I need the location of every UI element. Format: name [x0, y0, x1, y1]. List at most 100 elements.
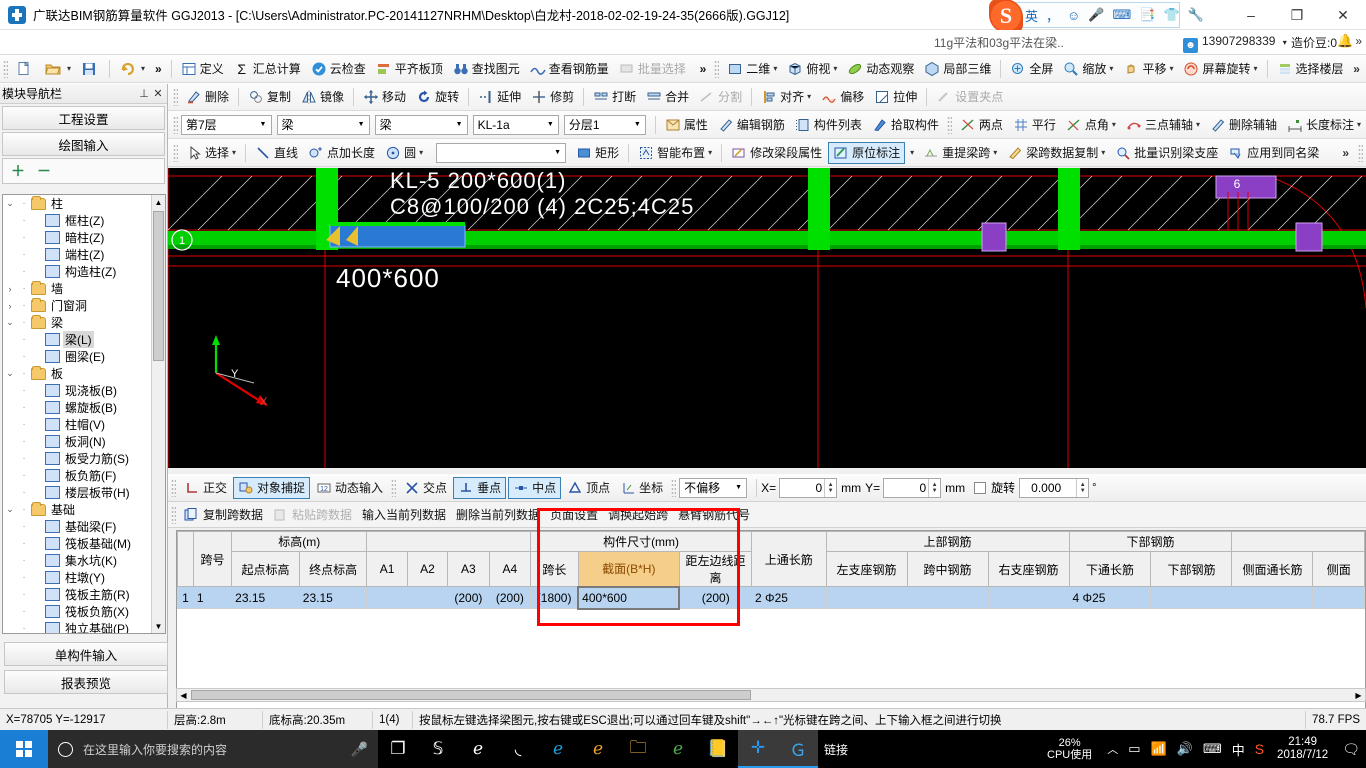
scroll-thumb[interactable]: [153, 211, 164, 361]
task-view-icon[interactable]: ❐: [378, 730, 418, 768]
cell-end-elev[interactable]: 23.15: [298, 586, 368, 609]
snap-midpoint-button[interactable]: 中点: [508, 476, 562, 499]
tree-item[interactable]: · 筏板基础(M): [3, 535, 153, 552]
view-rebar-button[interactable]: 查看钢筋量: [526, 58, 613, 80]
start-button[interactable]: [0, 730, 48, 768]
ime-voice-icon[interactable]: 🎤: [1088, 7, 1104, 23]
tree-item[interactable]: · 圈梁(E): [3, 348, 153, 365]
ime-settings-icon[interactable]: 🔧: [1188, 7, 1204, 23]
cell-mid-span[interactable]: [906, 586, 989, 609]
chevron-down-icon[interactable]: ▾: [910, 148, 914, 157]
chevron-down-icon[interactable]: ▼: [731, 479, 746, 497]
toolbar1-overflow-left[interactable]: »: [151, 58, 166, 80]
tree-scrollbar[interactable]: ▲ ▼: [151, 195, 165, 633]
point-angle-button[interactable]: 点角 ▾: [1062, 114, 1120, 136]
snap-intersection-button[interactable]: 交点: [400, 477, 451, 499]
span-data-copy-button[interactable]: 梁跨数据复制 ▾: [1003, 142, 1109, 164]
collapse-all-icon[interactable]: －: [37, 161, 51, 181]
drawing-canvas[interactable]: 1 6 KL-5 200*600(1) C8@100/200 (4) 2C25;…: [168, 168, 1366, 468]
tray-expand-icon[interactable]: ︿: [1107, 741, 1118, 757]
extend-button[interactable]: 延伸: [474, 86, 525, 108]
tree-item[interactable]: › · 门窗洞: [3, 297, 153, 314]
app-icon-glodon-cloud[interactable]: Ｇ: [778, 730, 818, 768]
partial-3d-button[interactable]: 局部三维: [920, 58, 995, 80]
app-icon-uc-browser[interactable]: ◟: [498, 730, 538, 768]
tree-item[interactable]: · 筏板负筋(X): [3, 603, 153, 620]
re-extract-span-button[interactable]: 重提梁跨 ▾: [919, 142, 1001, 164]
snap-perpendicular-button[interactable]: 垂点: [453, 476, 507, 499]
cell-section[interactable]: 400*600: [577, 585, 681, 610]
floor-select[interactable]: 第7层 ▼: [181, 114, 272, 135]
batch-select-button[interactable]: 批量选择: [615, 58, 690, 80]
sogou-ime-logo-icon[interactable]: S: [989, 0, 1023, 33]
app-icon-glodon-ggj[interactable]: ✛: [738, 730, 778, 768]
align-button[interactable]: 对齐 ▾: [757, 86, 815, 108]
properties-button[interactable]: 属性: [661, 114, 712, 136]
cell-left-edge-distance[interactable]: (200): [678, 586, 753, 609]
cloud-check-button[interactable]: 云检查: [307, 58, 370, 80]
component-tree[interactable]: ⌄ · 柱 · 框柱(Z) · 暗柱(Z) · 端柱(Z) · 构造柱(Z) › · 墙 › · 门窗洞 ⌄ · 梁 ·…: [2, 194, 166, 634]
toolbar-grip[interactable]: [946, 115, 952, 134]
smart-layout-button[interactable]: 智能布置 ▾: [634, 142, 716, 164]
in-situ-annotation-button[interactable]: 原位标注: [828, 141, 906, 164]
cell-span-length[interactable]: (1800): [530, 586, 579, 609]
tray-ime-lang-icon[interactable]: 中: [1232, 740, 1245, 759]
swap-start-span-button[interactable]: 调换起始跨: [603, 506, 673, 523]
close-button[interactable]: ✕: [1320, 0, 1366, 30]
copy-button[interactable]: 复制: [244, 86, 295, 108]
length-dimension-button[interactable]: 长度标注 ▾: [1283, 114, 1365, 136]
merge-button[interactable]: 合并: [642, 86, 693, 108]
cell-start-elev[interactable]: 23.15: [231, 586, 300, 609]
ime-punct-icon[interactable]: ，: [1046, 6, 1059, 25]
toolbar-grip[interactable]: [391, 478, 397, 497]
delete-axis-button[interactable]: 删除辅轴: [1206, 114, 1281, 136]
cell-side-extra[interactable]: [1312, 586, 1365, 609]
app-icon-360-browser[interactable]: ℯ: [658, 730, 698, 768]
set-grip-button[interactable]: 设置夹点: [932, 86, 1007, 108]
tree-item[interactable]: · 端柱(Z): [3, 246, 153, 263]
toolbar-grip[interactable]: [1358, 143, 1363, 162]
chevron-right-icon[interactable]: ›: [3, 284, 17, 294]
x-offset-input[interactable]: 0 ▲ ▼: [779, 477, 838, 498]
delete-button[interactable]: 删除: [182, 86, 233, 108]
app-icon-edge-legacy[interactable]: ℯ: [458, 730, 498, 768]
toolbar-grip[interactable]: [171, 478, 176, 497]
spinner-icon[interactable]: ▲ ▼: [928, 478, 940, 497]
move-button[interactable]: 移动: [359, 86, 410, 108]
toolbar-grip[interactable]: [173, 143, 178, 162]
parallel-button[interactable]: 平行: [1009, 114, 1060, 136]
spinner-icon[interactable]: ▲ ▼: [824, 478, 836, 497]
toolbar1-overflow-right[interactable]: »: [1353, 62, 1360, 76]
taskbar-search[interactable]: 在这里输入你要搜索的内容 🎤: [48, 730, 378, 768]
top-view-button[interactable]: 俯视 ▾: [783, 58, 841, 80]
component-list-button[interactable]: 构件列表: [791, 114, 866, 136]
edit-rebar-button[interactable]: 编辑钢筋: [714, 114, 789, 136]
chevron-down-icon[interactable]: ▾: [1109, 64, 1113, 73]
report-preview-button[interactable]: 报表预览: [4, 670, 168, 694]
table-row[interactable]: 1 1 23.15 23.15 (200) (200) (1800) 400*6…: [177, 585, 1365, 610]
point-plus-length-button[interactable]: 点加长度: [304, 142, 379, 164]
app-icon-sogou-browser[interactable]: 𝕊: [418, 730, 458, 768]
grid-horizontal-scrollbar[interactable]: ◀ ▶: [176, 688, 1366, 702]
app-icon-file-explorer[interactable]: 🗀: [618, 730, 658, 768]
span-data-grid[interactable]: 跨号 标高(m) 构件尺寸(mm) 上通长筋 上部钢筋 下部钢筋 起点标高 终点…: [176, 530, 1366, 710]
edit-beam-segment-button[interactable]: 修改梁段属性: [727, 142, 826, 164]
cell-bottom-rebar[interactable]: [1150, 586, 1233, 609]
tree-item[interactable]: ⌄ · 基础: [3, 501, 153, 518]
chevron-down-icon[interactable]: ▼: [630, 116, 645, 134]
snap-coordinate-button[interactable]: 坐标: [616, 477, 667, 499]
toolbar-grip[interactable]: [173, 115, 178, 134]
toolbar-grip[interactable]: [671, 478, 677, 497]
tab-project-settings[interactable]: 工程设置: [2, 106, 165, 130]
find-element-button[interactable]: 查找图元: [449, 58, 524, 80]
paste-span-data-button[interactable]: 粘贴跨数据: [268, 506, 357, 524]
dynamic-observe-button[interactable]: 动态观察: [843, 58, 918, 80]
tree-item[interactable]: · 梁(L): [3, 331, 153, 348]
toolbar-grip[interactable]: [173, 87, 178, 106]
save-button[interactable]: [77, 58, 104, 80]
pin-icon[interactable]: ⊥: [137, 87, 151, 100]
app-icon-notes[interactable]: 📒: [698, 730, 738, 768]
chevron-down-icon[interactable]: ▾: [1112, 120, 1116, 129]
line-tool-button[interactable]: 直线: [251, 142, 302, 164]
chevron-down-icon[interactable]: ▼: [256, 116, 271, 134]
